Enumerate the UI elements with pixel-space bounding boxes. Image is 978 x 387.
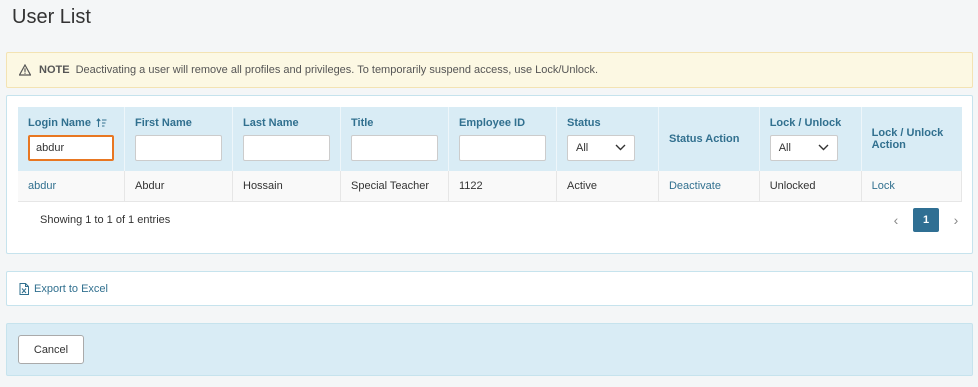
- user-table: Login Name First Name: [18, 107, 963, 202]
- column-first-name: First Name: [124, 107, 233, 171]
- previous-page-button[interactable]: ‹: [887, 208, 905, 232]
- employee-id-filter-input[interactable]: [459, 135, 546, 161]
- note-banner: NOTE Deactivating a user will remove all…: [6, 52, 973, 88]
- column-login-name[interactable]: Login Name: [18, 107, 125, 171]
- first-name-cell: Abdur: [124, 171, 233, 202]
- employee-id-header: Employee ID: [459, 117, 526, 129]
- excel-file-icon: [19, 282, 29, 295]
- export-panel: Export to Excel: [6, 271, 973, 306]
- pagination: ‹ 1 ›: [887, 208, 965, 232]
- note-label: NOTE: [39, 64, 70, 76]
- lock-unlock-header: Lock / Unlock: [769, 117, 842, 129]
- login-name-filter-input[interactable]: [28, 135, 114, 161]
- lock-link[interactable]: Lock: [861, 171, 963, 202]
- title-filter-input[interactable]: [351, 135, 438, 161]
- entries-info: Showing 1 to 1 of 1 entries: [40, 214, 171, 226]
- user-table-panel: Login Name First Name: [6, 95, 973, 254]
- lock-unlock-filter-value: All: [778, 142, 791, 154]
- chevron-down-icon: [615, 142, 626, 154]
- next-page-button[interactable]: ›: [947, 208, 965, 232]
- last-name-cell: Hossain: [232, 171, 341, 202]
- status-cell: Active: [556, 171, 659, 202]
- status-filter-select[interactable]: All: [567, 135, 635, 161]
- export-to-excel-label: Export to Excel: [34, 282, 108, 295]
- lock-unlock-action-header: Lock / Unlock Action: [871, 127, 944, 151]
- last-name-header: Last Name: [243, 117, 299, 129]
- first-name-filter-input[interactable]: [135, 135, 222, 161]
- column-employee-id: Employee ID: [448, 107, 557, 171]
- lock-unlock-filter-select[interactable]: All: [769, 135, 838, 161]
- first-name-header: First Name: [135, 117, 192, 129]
- warning-icon: [19, 63, 33, 77]
- login-name-link[interactable]: abdur: [18, 171, 125, 202]
- title-cell: Special Teacher: [340, 171, 449, 202]
- chevron-down-icon: [818, 142, 829, 154]
- note-text: Deactivating a user will remove all prof…: [75, 64, 599, 76]
- column-lock-unlock-action: Lock / Unlock Action: [861, 107, 962, 171]
- page-button-current[interactable]: 1: [913, 208, 939, 232]
- status-header: Status: [567, 117, 601, 129]
- export-to-excel-link[interactable]: Export to Excel: [19, 282, 108, 295]
- table-footer: Showing 1 to 1 of 1 entries ‹ 1 ›: [40, 208, 965, 232]
- actions-panel: Cancel: [6, 323, 973, 376]
- lock-state-cell: Unlocked: [759, 171, 862, 202]
- page-title: User List: [12, 6, 91, 28]
- column-status-action: Status Action: [658, 107, 760, 171]
- deactivate-link[interactable]: Deactivate: [658, 171, 760, 202]
- cancel-button[interactable]: Cancel: [18, 335, 84, 364]
- last-name-filter-input[interactable]: [243, 135, 330, 161]
- column-lock-unlock: Lock / Unlock All: [759, 107, 862, 171]
- title-header: Title: [351, 117, 374, 129]
- sort-ascending-icon[interactable]: [96, 118, 107, 128]
- employee-id-cell: 1122: [448, 171, 557, 202]
- column-last-name: Last Name: [232, 107, 341, 171]
- status-action-header: Status Action: [668, 133, 740, 145]
- column-title: Title: [340, 107, 449, 171]
- table-row: abdur Abdur Hossain Special Teacher 1122…: [18, 171, 963, 202]
- status-filter-value: All: [576, 142, 589, 154]
- login-name-header: Login Name: [28, 117, 91, 129]
- column-status: Status All: [556, 107, 659, 171]
